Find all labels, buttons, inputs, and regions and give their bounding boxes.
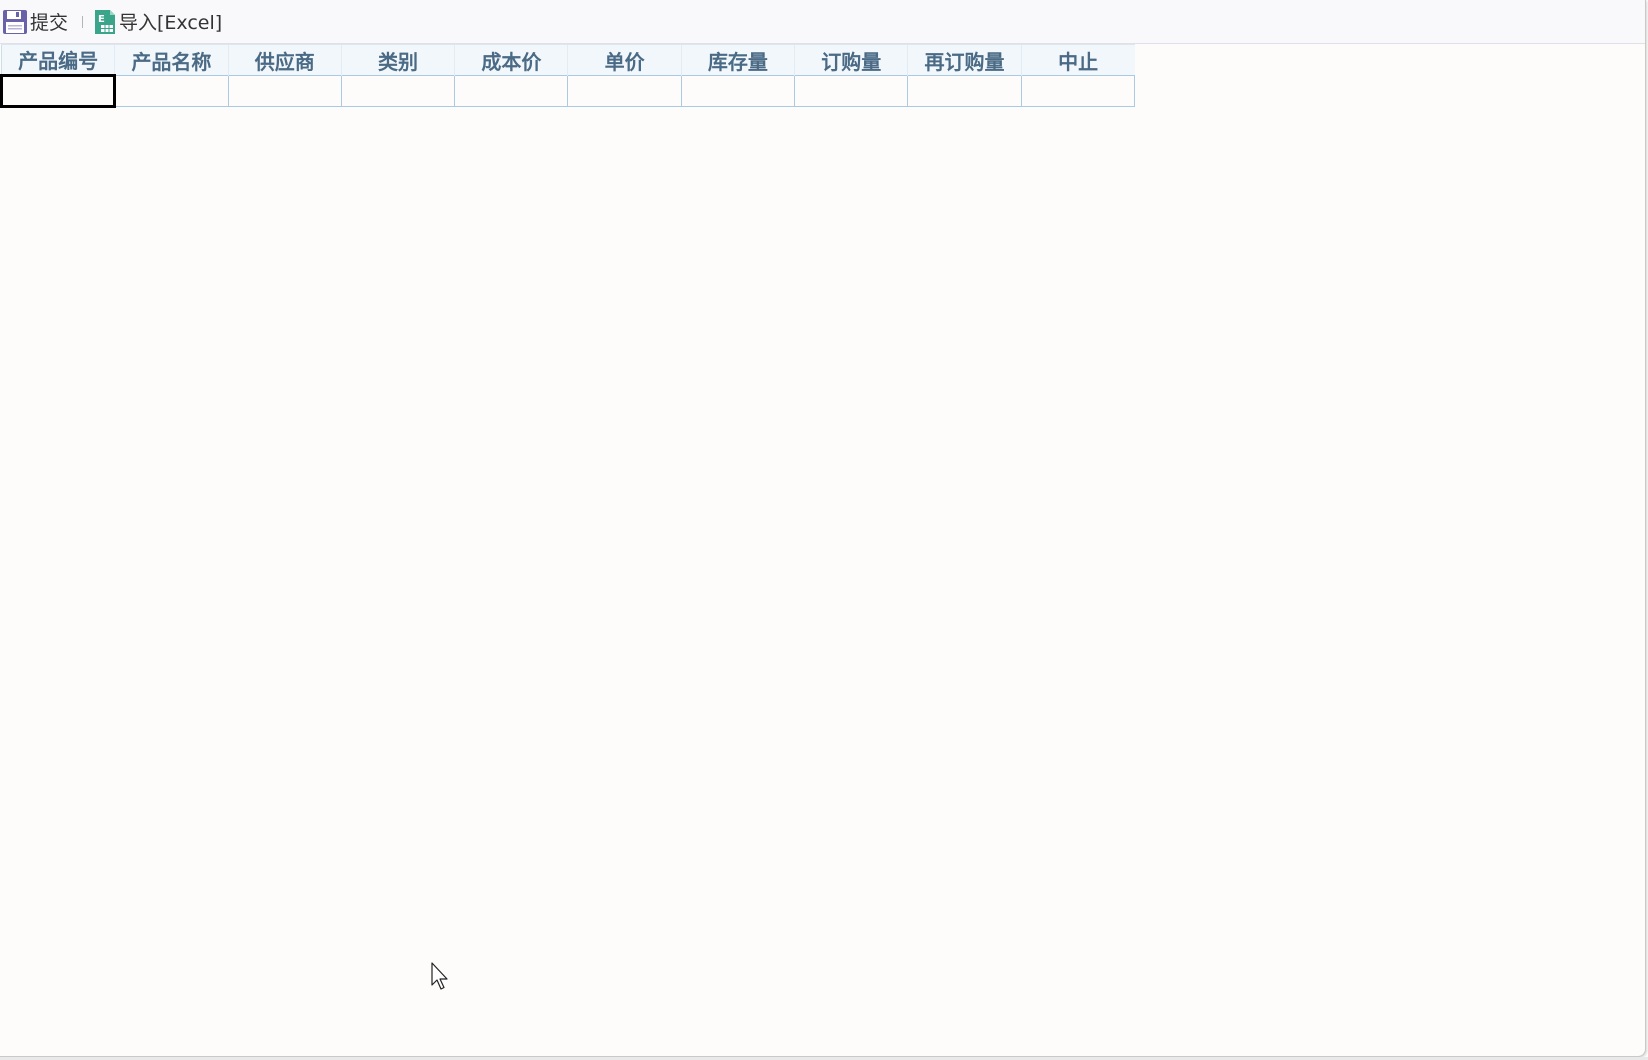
cell-unit-price[interactable] <box>567 75 682 107</box>
submit-button[interactable]: 提交 <box>0 7 68 37</box>
excel-icon: E <box>93 9 117 35</box>
import-excel-button[interactable]: E 导入[Excel] <box>93 7 222 37</box>
grid-header-row: 产品编号 产品名称 供应商 类别 成本价 单价 库存量 订购量 再订购量 中止 <box>0 44 1135 76</box>
column-header-product-id[interactable]: 产品编号 <box>0 44 115 76</box>
app-window: 提交 E 导入[Excel] 产品编号 产品名称 供应商 类别 成本价 单价 库… <box>0 0 1646 1057</box>
column-header-cost-price[interactable]: 成本价 <box>454 44 568 76</box>
cell-reorder-level[interactable] <box>907 75 1022 107</box>
column-header-stock[interactable]: 库存量 <box>680 44 795 76</box>
table-row <box>0 74 1136 108</box>
column-header-reorder-level[interactable]: 再订购量 <box>907 44 1022 76</box>
column-header-on-order[interactable]: 订购量 <box>794 44 908 76</box>
submit-label: 提交 <box>30 12 69 34</box>
cell-cost-price[interactable] <box>454 75 569 107</box>
cell-on-order[interactable] <box>794 75 909 107</box>
column-header-discontinued[interactable]: 中止 <box>1020 44 1135 76</box>
column-header-product-name[interactable]: 产品名称 <box>114 44 229 76</box>
toolbar-separator <box>82 15 84 28</box>
svg-text:E: E <box>98 14 105 25</box>
cell-discontinued[interactable] <box>1020 75 1136 107</box>
cell-category[interactable] <box>340 75 456 107</box>
cell-product-name[interactable] <box>114 75 229 107</box>
column-header-category[interactable]: 类别 <box>340 44 455 76</box>
product-grid: 产品编号 产品名称 供应商 类别 成本价 单价 库存量 订购量 再订购量 中止 <box>0 44 1136 108</box>
mouse-pointer-icon <box>431 962 451 992</box>
cell-supplier[interactable] <box>227 75 342 107</box>
column-header-unit-price[interactable]: 单价 <box>567 44 682 76</box>
cell-product-id[interactable] <box>0 74 117 108</box>
cell-stock[interactable] <box>680 75 796 107</box>
column-header-supplier[interactable]: 供应商 <box>227 44 342 76</box>
toolbar: 提交 E 导入[Excel] <box>0 0 1645 44</box>
save-icon <box>2 9 28 35</box>
import-excel-label: 导入[Excel] <box>119 12 223 34</box>
